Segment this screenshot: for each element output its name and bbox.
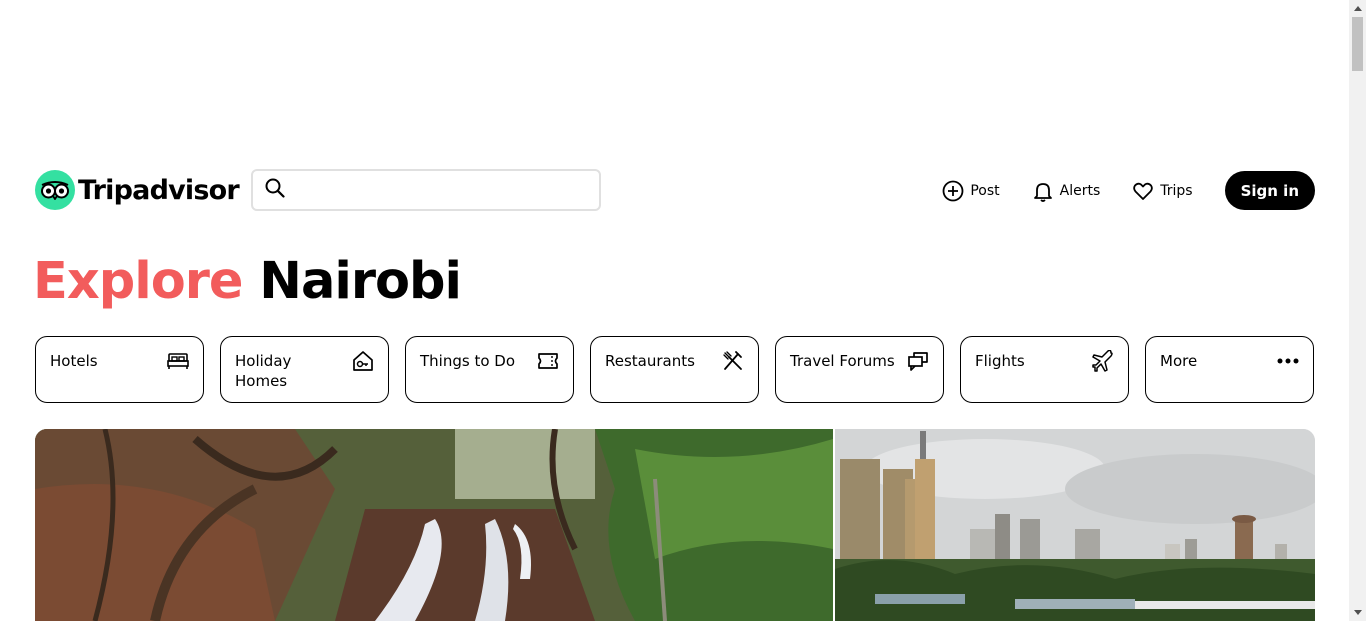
alerts-label: Alerts [1059, 182, 1101, 199]
bell-icon [1033, 182, 1052, 202]
tripadvisor-logo[interactable]: Tripadvisor [35, 170, 240, 210]
category-label: Holiday Homes [235, 352, 292, 390]
heart-icon [1133, 182, 1154, 200]
airplane-icon [1092, 350, 1114, 372]
category-flights[interactable]: Flights [960, 336, 1129, 403]
vertical-scrollbar[interactable] [1349, 0, 1366, 621]
category-label: More [1160, 352, 1198, 370]
post-button[interactable]: Post [942, 180, 1000, 202]
category-travel-forums[interactable]: Travel Forums [775, 336, 944, 403]
title-place: Nairobi [259, 252, 462, 311]
logo-wordmark: Tripadvisor [78, 174, 240, 206]
alerts-button[interactable]: Alerts [1032, 180, 1101, 202]
category-label: Travel Forums [790, 352, 895, 370]
category-more[interactable]: More [1145, 336, 1314, 403]
bed-icon [167, 350, 189, 372]
site-header: Tripadvisor Post Alerts Trips Sign in [35, 168, 1315, 212]
sign-in-button[interactable]: Sign in [1224, 171, 1315, 210]
category-holiday-homes[interactable]: Holiday Homes [220, 336, 389, 403]
search-icon [265, 178, 285, 203]
owl-logo-icon [35, 170, 75, 210]
category-tiles: Hotels Holiday Homes Things to Do Restau… [35, 336, 1314, 403]
category-label: Flights [975, 352, 1025, 370]
category-restaurants[interactable]: Restaurants [590, 336, 759, 403]
page-title: Explore Nairobi [33, 252, 462, 312]
nairobi-skyline-photo[interactable] [835, 429, 1315, 621]
category-label: Hotels [50, 352, 98, 370]
category-things-to-do[interactable]: Things to Do [405, 336, 574, 403]
search-box[interactable] [251, 169, 601, 211]
hero-gallery [35, 429, 1315, 621]
ticket-icon [537, 350, 559, 372]
trips-button[interactable]: Trips [1132, 180, 1193, 202]
title-prefix: Explore [33, 252, 244, 311]
category-label: Things to Do [420, 352, 516, 370]
search-input[interactable] [293, 175, 593, 205]
scroll-down-arrow-icon[interactable] [1349, 604, 1366, 621]
plus-circle-icon [942, 180, 964, 201]
trips-label: Trips [1160, 182, 1193, 199]
more-dots-icon [1277, 350, 1299, 372]
header-actions: Post Alerts Trips Sign in [942, 171, 1315, 210]
ad-space [0, 0, 1349, 150]
scroll-thumb[interactable] [1352, 17, 1363, 71]
scroll-up-arrow-icon[interactable] [1349, 0, 1366, 17]
fork-knife-icon [722, 350, 744, 372]
waterfall-forest-photo[interactable] [35, 429, 833, 621]
chat-bubbles-icon [907, 350, 929, 372]
post-label: Post [970, 182, 1000, 199]
house-key-icon [352, 350, 374, 372]
category-hotels[interactable]: Hotels [35, 336, 204, 403]
category-label: Restaurants [605, 352, 695, 370]
